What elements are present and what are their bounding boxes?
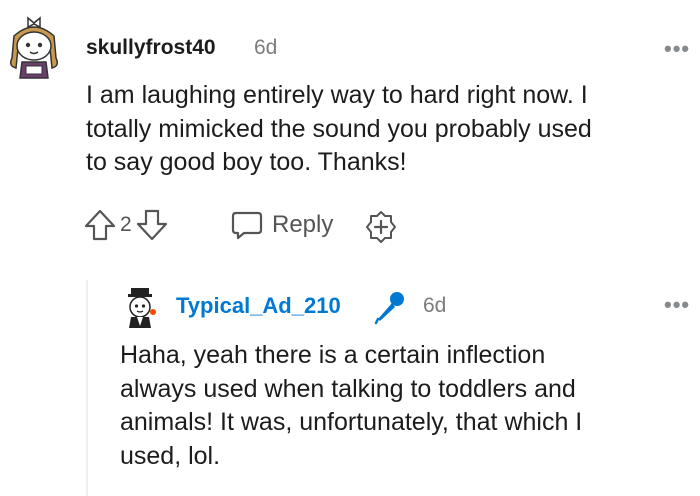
award-button[interactable] [364,210,398,249]
comment-line: totally mimicked the sound you probably … [86,114,592,143]
more-options-icon[interactable]: ••• [664,36,690,62]
reply-avatar[interactable] [120,286,162,330]
comment-timestamp: 6d [254,36,278,59]
more-options-icon[interactable]: ••• [664,292,690,318]
comment-line: to say good boy too. Thanks! [86,148,407,176]
comment-body: I am laughing entirely way to hard right… [86,79,696,180]
reply-line: used, lol. [120,441,221,470]
reply-line: Haha, yeah there is a certain inflection [120,341,546,369]
vote-count: 2 [120,213,132,236]
upvote-icon[interactable] [84,208,116,242]
reply-body: Haha, yeah there is a certain inflection… [120,339,696,473]
comment-line: I am laughing entirely way to hard right… [86,81,588,109]
comment-actions: 2 [84,208,168,242]
microphone-icon [372,289,408,330]
avatar[interactable] [4,14,64,80]
reply-timestamp: 6d [423,294,447,317]
reply-label: Reply [272,211,334,238]
reply-line: always used when talking to toddlers and [120,374,576,403]
thread-line[interactable] [86,280,88,496]
comment-username[interactable]: skullyfrost40 [86,36,216,60]
reply-button[interactable]: Reply [230,208,333,242]
speech-bubble-icon [230,208,264,242]
reply-username[interactable]: Typical_Ad_210 [176,293,341,319]
downvote-icon[interactable] [136,208,168,242]
reply-line: animals! It was, unfortunately, that whi… [120,408,583,436]
award-plus-icon [364,210,398,244]
